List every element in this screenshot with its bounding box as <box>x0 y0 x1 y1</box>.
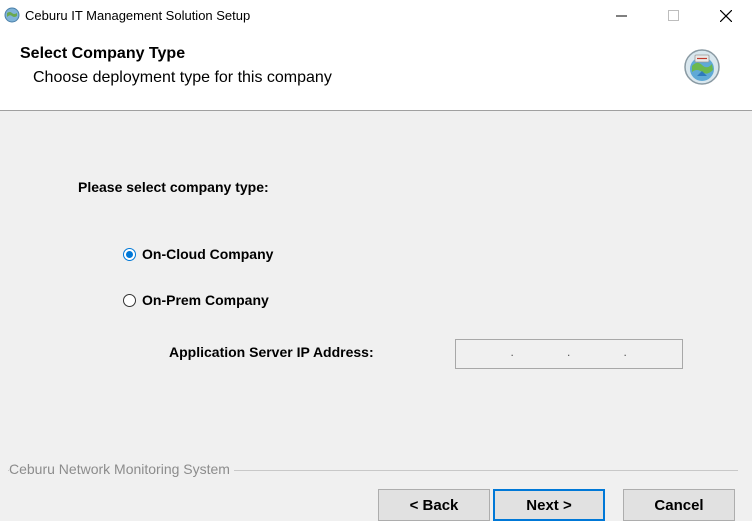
on-cloud-label[interactable]: On-Cloud Company <box>142 246 273 262</box>
minimize-icon <box>615 15 627 17</box>
maximize-icon <box>667 10 679 21</box>
ip-octet-3[interactable] <box>569 340 626 368</box>
page-title: Select Company Type <box>20 45 186 62</box>
app-globe-icon <box>4 7 20 23</box>
ip-address-label: Application Server IP Address: <box>169 344 374 360</box>
ip-octet-1[interactable] <box>456 340 513 368</box>
close-icon <box>720 9 732 22</box>
brand-text: Ceburu Network Monitoring System <box>9 461 234 477</box>
on-prem-radio[interactable] <box>123 293 136 307</box>
page-subtitle: Choose deployment type for this company <box>33 69 332 86</box>
setup-globe-icon <box>684 49 720 85</box>
company-type-prompt: Please select company type: <box>78 179 269 195</box>
minimize-button[interactable] <box>598 0 644 31</box>
ip-address-field[interactable]: . . . <box>455 339 683 369</box>
ip-octet-2[interactable] <box>513 340 570 368</box>
back-button[interactable]: < Back <box>378 489 490 521</box>
wizard-header: Select Company Type Choose deployment ty… <box>0 31 752 111</box>
cancel-button[interactable]: Cancel <box>623 489 735 521</box>
window-title: Ceburu IT Management Solution Setup <box>25 8 251 23</box>
title-bar: Ceburu IT Management Solution Setup <box>0 0 752 31</box>
next-button[interactable]: Next > <box>493 489 605 521</box>
on-cloud-option[interactable]: On-Cloud Company <box>123 246 273 262</box>
on-prem-option[interactable]: On-Prem Company <box>123 292 269 308</box>
maximize-button[interactable] <box>650 0 696 31</box>
on-prem-label[interactable]: On-Prem Company <box>142 292 269 308</box>
on-cloud-radio[interactable] <box>123 247 136 261</box>
ip-octet-4[interactable] <box>626 340 683 368</box>
close-button[interactable] <box>703 0 749 31</box>
